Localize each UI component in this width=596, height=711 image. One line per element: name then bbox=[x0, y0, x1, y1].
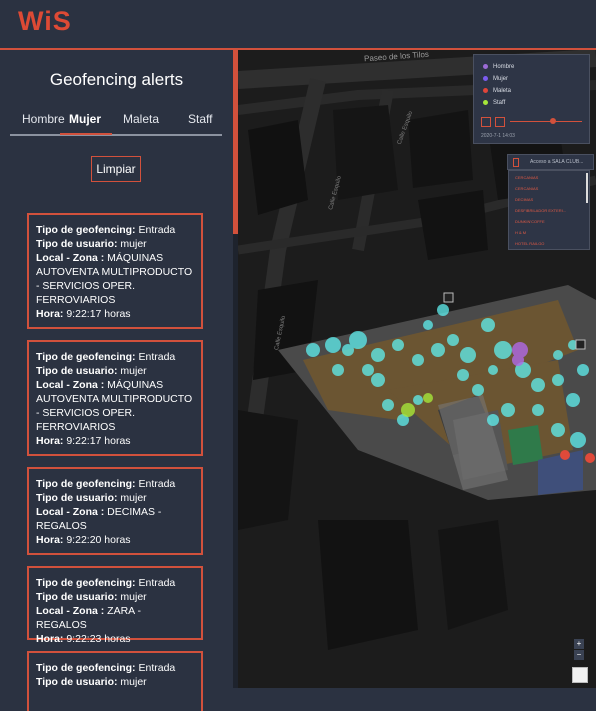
poi-item[interactable]: H & M bbox=[515, 230, 526, 235]
poi-item[interactable]: DUNKIN'COFFE bbox=[515, 219, 545, 224]
poi-item[interactable]: CERCANIAS bbox=[515, 186, 538, 191]
alert-card: Tipo de geofencing: Entrada Tipo de usua… bbox=[27, 651, 203, 711]
alert-card: Tipo de geofencing: Entrada Tipo de usua… bbox=[27, 566, 203, 645]
alerts-panel: Geofencing alerts Hombre Mujer Maleta St… bbox=[0, 50, 233, 711]
zoom-out-button[interactable]: − bbox=[574, 650, 584, 660]
poi-item[interactable]: DESFIBRILADOR EXTERI... bbox=[515, 208, 566, 213]
poi-list-scrollbar[interactable] bbox=[586, 173, 588, 203]
phone-icon bbox=[513, 158, 519, 167]
wis-logo: WiS bbox=[18, 6, 72, 36]
clear-button[interactable]: Limpiar bbox=[91, 156, 141, 182]
map-canvas bbox=[238, 50, 596, 688]
app-header: WiS bbox=[0, 0, 596, 50]
timeline-date: 2020-7-1 14:03 bbox=[481, 133, 515, 139]
map-legend: Hombre Mujer Maleta Staff 2020-7-1 14:03 bbox=[473, 54, 590, 144]
legend-item-mujer[interactable]: Mujer bbox=[483, 76, 508, 82]
tab-hombre[interactable]: Hombre bbox=[22, 112, 65, 126]
poi-item[interactable]: HOTEL RAILGO bbox=[515, 241, 544, 246]
poi-item[interactable]: CERCANIAS bbox=[515, 175, 538, 180]
tab-maleta[interactable]: Maleta bbox=[123, 112, 159, 126]
alert-card: Tipo de geofencing: Entrada Tipo de usua… bbox=[27, 340, 203, 456]
poi-dropdown[interactable]: Acceso a SALA CLUB... bbox=[507, 154, 594, 170]
alert-tabs: Hombre Mujer Maleta Staff bbox=[10, 112, 222, 136]
active-tab-indicator bbox=[60, 133, 112, 135]
legend-item-staff[interactable]: Staff bbox=[483, 100, 505, 106]
alert-card: Tipo de geofencing: Entrada Tipo de usua… bbox=[27, 467, 203, 555]
panel-title: Geofencing alerts bbox=[49, 70, 184, 89]
stop-icon[interactable] bbox=[495, 117, 505, 127]
timeline-slider[interactable] bbox=[510, 121, 582, 122]
legend-item-maleta[interactable]: Maleta bbox=[483, 88, 511, 94]
poi-item[interactable]: DECIMAS bbox=[515, 197, 533, 202]
legend-item-hombre[interactable]: Hombre bbox=[483, 64, 514, 70]
tab-mujer[interactable]: Mujer bbox=[69, 112, 101, 126]
tab-staff[interactable]: Staff bbox=[188, 112, 212, 126]
alert-card: Tipo de geofencing: Entrada Tipo de usua… bbox=[27, 213, 203, 329]
zoom-in-button[interactable]: + bbox=[574, 639, 584, 649]
poi-list[interactable]: CERCANIAS CERCANIAS DECIMAS DESFIBRILADO… bbox=[508, 170, 590, 250]
play-icon[interactable] bbox=[481, 117, 491, 127]
map-view[interactable]: Paseo de los Tilos Calle Esquilo Calle E… bbox=[238, 50, 596, 688]
timeline-handle[interactable] bbox=[550, 118, 556, 124]
map-layer-icon[interactable] bbox=[572, 667, 588, 683]
